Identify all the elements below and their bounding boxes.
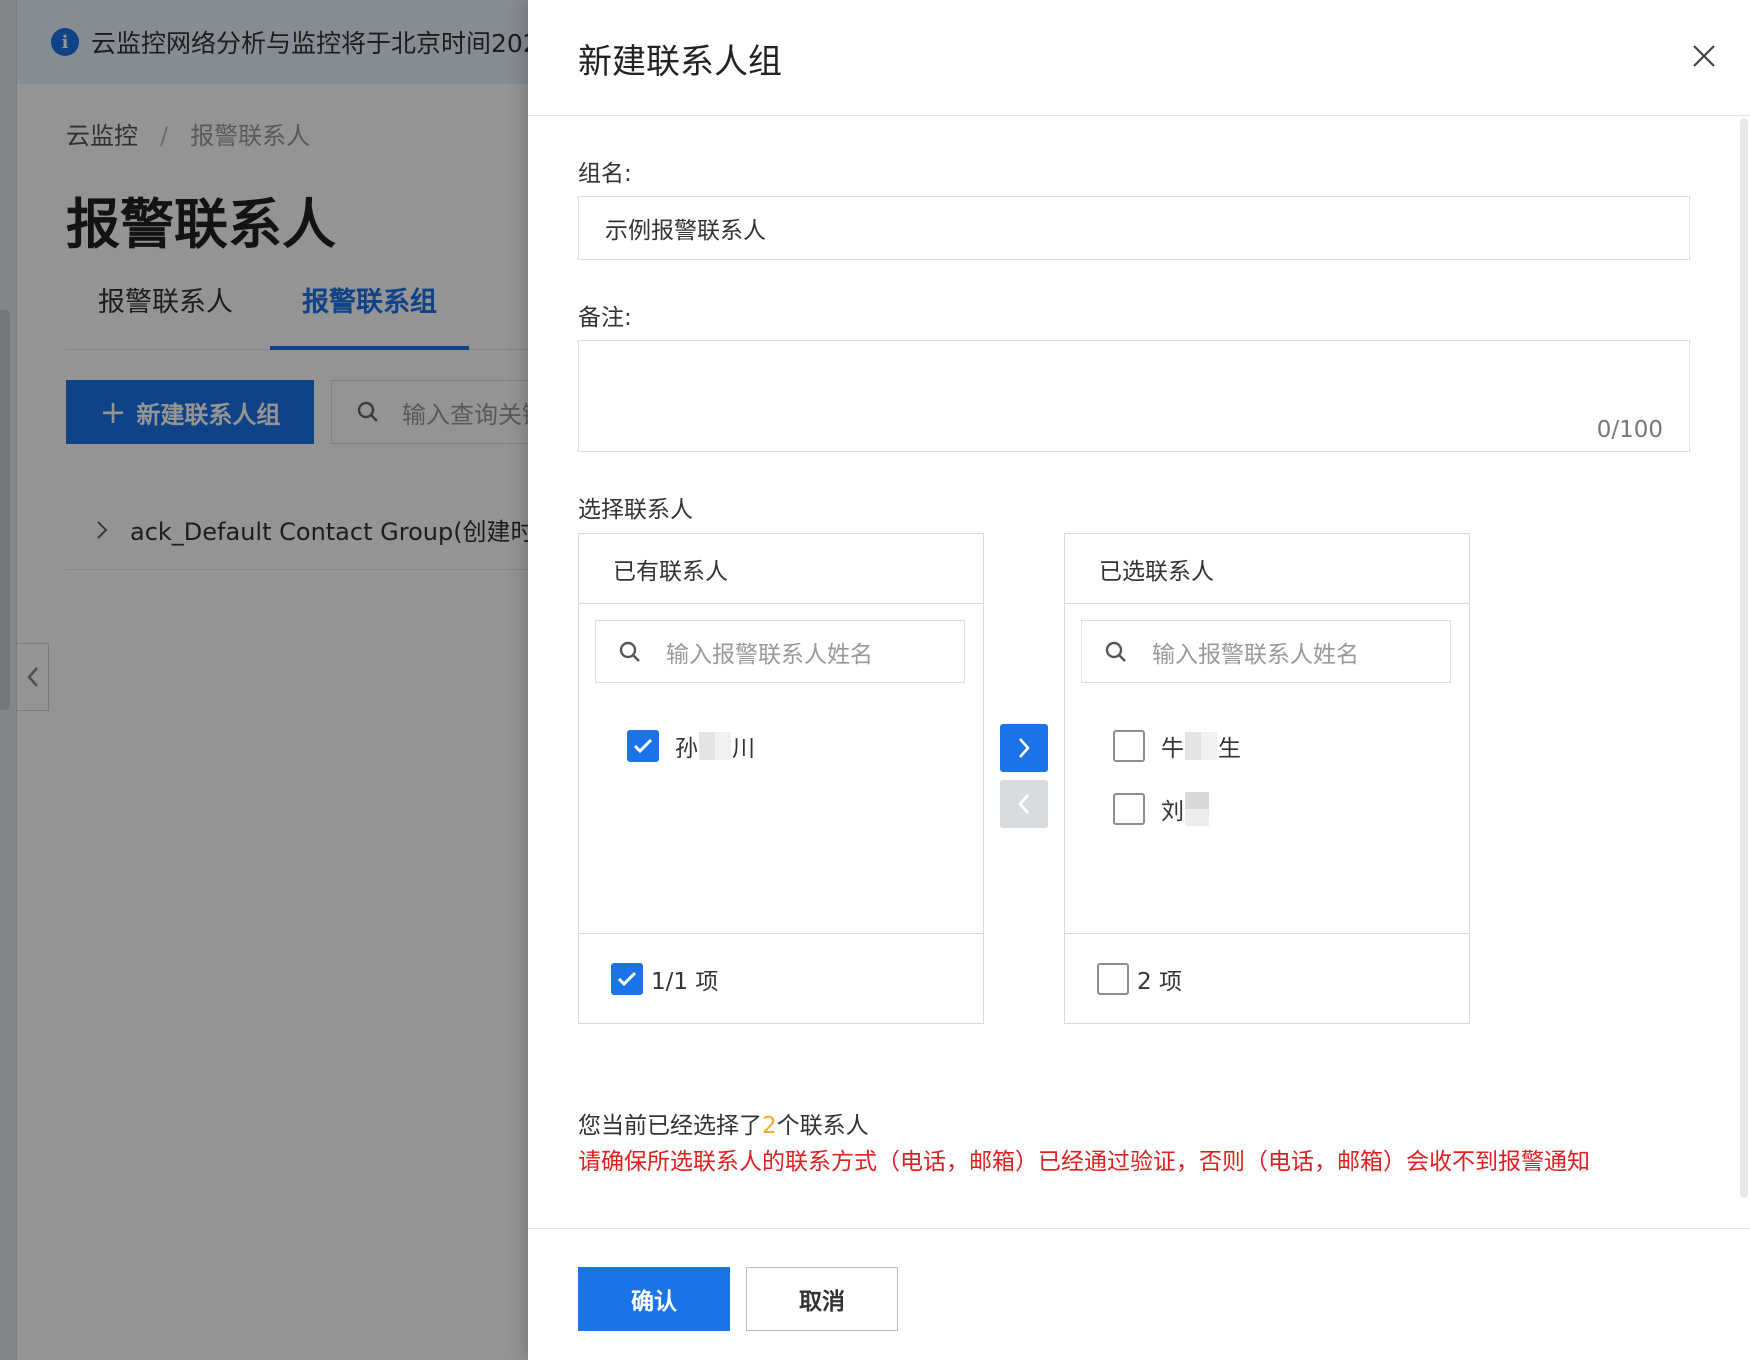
drawer-title: 新建联系人组: [578, 42, 782, 82]
new-contact-group-drawer: 新建联系人组 组名: 示例报警联系人 备注: 0/100 选择联系人 已有联系人…: [528, 0, 1750, 1360]
selected-contacts-title: 已选联系人: [1065, 534, 1469, 604]
list-item[interactable]: 刘: [1113, 792, 1210, 826]
close-button[interactable]: [1684, 36, 1724, 76]
verification-warning: 请确保所选联系人的联系方式（电话，邮箱）已经通过验证，否则（电话，邮箱）会收不到…: [578, 1149, 1590, 1175]
move-right-button[interactable]: [1000, 724, 1048, 772]
available-panel-footer: 1/1 项: [579, 933, 983, 1023]
selected-search-placeholder: 输入报警联系人姓名: [1152, 641, 1359, 668]
search-icon: [1104, 640, 1128, 664]
list-item[interactable]: 牛 生: [1113, 729, 1241, 763]
redacted-mosaic: [1185, 732, 1217, 760]
drawer-footer: 确认 取消: [528, 1228, 1750, 1360]
confirm-button[interactable]: 确认: [578, 1267, 730, 1331]
selected-count: 2 项: [1137, 968, 1182, 995]
drawer-scrollbar[interactable]: [1740, 118, 1748, 1198]
contact-name-last: 川: [732, 736, 755, 762]
contact-name-last: 生: [1218, 736, 1241, 762]
checkbox-unchecked[interactable]: [1113, 793, 1145, 825]
check-icon: [617, 971, 637, 986]
group-name-label: 组名:: [578, 161, 632, 187]
select-all-checkbox[interactable]: [611, 962, 643, 995]
available-count: 1/1 项: [651, 968, 719, 995]
summary-prefix: 您当前已经选择了: [578, 1113, 762, 1139]
available-search-placeholder: 输入报警联系人姓名: [666, 641, 873, 668]
redacted-mosaic: [699, 732, 731, 760]
checkbox-unchecked[interactable]: [1113, 730, 1145, 762]
available-contacts-panel: 已有联系人 输入报警联系人姓名 孙 川 1/1 项: [578, 533, 984, 1024]
summary-count: 2: [762, 1113, 777, 1139]
selection-summary: 您当前已经选择了2个联系人: [578, 1106, 869, 1140]
remark-char-counter: 0/100: [1596, 417, 1663, 443]
selected-contacts-panel: 已选联系人 输入报警联系人姓名 牛 生 刘 2 项: [1064, 533, 1470, 1024]
check-icon: [633, 738, 653, 754]
available-search-input[interactable]: 输入报警联系人姓名: [595, 620, 965, 683]
select-contacts-label: 选择联系人: [578, 497, 693, 523]
available-contacts-title: 已有联系人: [579, 534, 983, 604]
remark-label: 备注:: [578, 305, 632, 331]
chevron-right-icon: [1019, 738, 1030, 758]
selected-search-input[interactable]: 输入报警联系人姓名: [1081, 620, 1451, 683]
selected-panel-footer: 2 项: [1065, 933, 1469, 1023]
remark-textarea[interactable]: 0/100: [578, 340, 1690, 452]
contact-name-first: 孙: [675, 736, 698, 762]
checkbox-checked[interactable]: [627, 730, 659, 762]
contact-name-first: 刘: [1161, 799, 1184, 825]
search-icon: [618, 640, 642, 664]
redacted-mosaic: [1185, 792, 1209, 826]
list-item[interactable]: 孙 川: [627, 729, 755, 763]
group-name-input[interactable]: 示例报警联系人: [578, 196, 1690, 260]
group-name-value: 示例报警联系人: [605, 218, 766, 244]
summary-suffix: 个联系人: [776, 1113, 869, 1139]
chevron-left-icon: [1018, 794, 1029, 814]
cancel-button[interactable]: 取消: [746, 1267, 898, 1331]
close-icon: [1693, 45, 1715, 67]
select-all-checkbox[interactable]: [1097, 962, 1129, 995]
move-left-button[interactable]: [1000, 780, 1048, 828]
drawer-header: 新建联系人组: [528, 0, 1750, 116]
contact-name-first: 牛: [1161, 736, 1184, 762]
